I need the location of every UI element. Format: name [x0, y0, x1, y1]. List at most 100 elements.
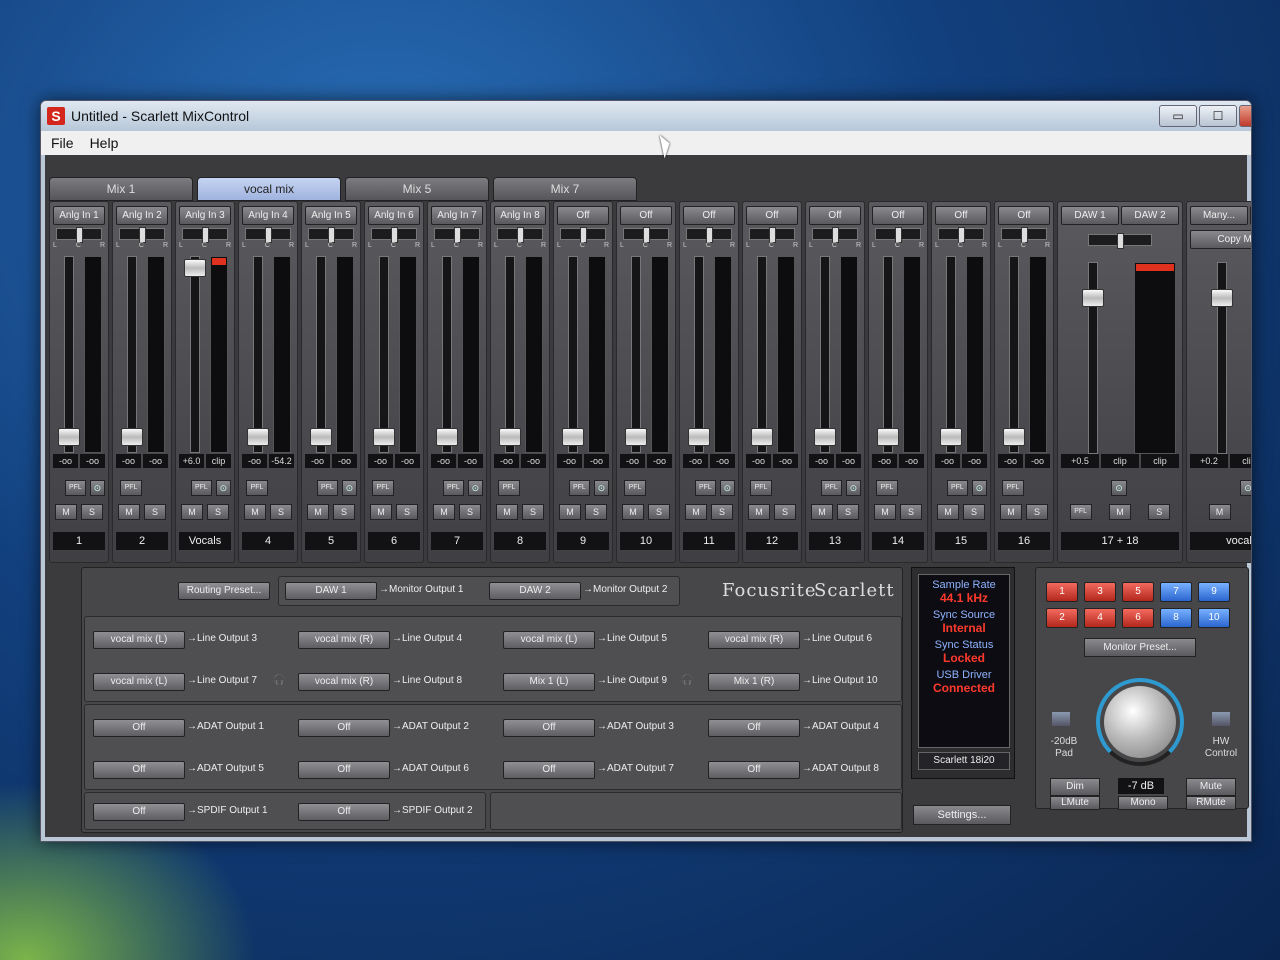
- pan-control[interactable]: [1001, 227, 1047, 243]
- tab-2[interactable]: vocal mix: [197, 177, 341, 201]
- stereo-link-button[interactable]: ⊙: [1240, 480, 1251, 496]
- solo-button[interactable]: S: [207, 504, 229, 520]
- minimize-button[interactable]: ▭: [1159, 105, 1197, 127]
- pfl-button[interactable]: PFL: [372, 480, 394, 496]
- solo-button[interactable]: S: [270, 504, 292, 520]
- mute-button[interactable]: M: [118, 504, 140, 520]
- stereo-link-button[interactable]: ⊙: [845, 480, 861, 496]
- line-source-4[interactable]: vocal mix (R): [708, 631, 800, 649]
- channel-source-select[interactable]: Off: [998, 206, 1050, 225]
- line-source-3[interactable]: vocal mix (L): [503, 631, 595, 649]
- settings-button[interactable]: Settings...: [913, 805, 1011, 825]
- pan-knob[interactable]: [706, 227, 713, 243]
- channel-source-select[interactable]: Off: [557, 206, 609, 225]
- channel-source-select[interactable]: Anlg In 5: [305, 206, 357, 225]
- channel-fader[interactable]: [310, 428, 332, 447]
- monitor-preset-10[interactable]: 10: [1198, 608, 1230, 628]
- channel-source-select[interactable]: Anlg In 7: [431, 206, 483, 225]
- monitor-preset-5[interactable]: 5: [1122, 582, 1154, 602]
- pan-knob[interactable]: [517, 227, 524, 243]
- pfl-button[interactable]: PFL: [120, 480, 142, 496]
- channel-source-select[interactable]: Anlg In 4: [242, 206, 294, 225]
- pfl-button[interactable]: PFL: [821, 480, 842, 496]
- solo-button[interactable]: S: [900, 504, 922, 520]
- pan-control[interactable]: [686, 227, 732, 243]
- pfl-button[interactable]: PFL: [191, 480, 212, 496]
- mute-button[interactable]: M: [1208, 504, 1231, 520]
- solo-button[interactable]: S: [333, 504, 355, 520]
- pan-knob[interactable]: [580, 227, 587, 243]
- daw-source-right[interactable]: DAW 2: [1121, 206, 1179, 225]
- pan-knob[interactable]: [202, 227, 209, 243]
- copy-mix-to-button[interactable]: Copy Mix To...: [1190, 230, 1251, 249]
- monitor-preset-button[interactable]: Monitor Preset...: [1084, 638, 1196, 657]
- master-source-right[interactable]: Many...: [1250, 206, 1251, 225]
- channel-fader[interactable]: [184, 258, 206, 277]
- pfl-button[interactable]: PFL: [947, 480, 968, 496]
- solo-button[interactable]: S: [522, 504, 544, 520]
- solo-button[interactable]: S: [1148, 504, 1171, 520]
- stereo-link-button[interactable]: ⊙: [1111, 480, 1127, 496]
- line-source-1[interactable]: vocal mix (L): [93, 631, 185, 649]
- pfl-button[interactable]: PFL: [317, 480, 338, 496]
- pan-control[interactable]: [371, 227, 417, 243]
- pan-knob[interactable]: [643, 227, 650, 243]
- monitor-volume-knob[interactable]: [1104, 686, 1176, 758]
- hw-control-indicator[interactable]: [1212, 712, 1230, 726]
- channel-fader[interactable]: [121, 428, 143, 447]
- solo-button[interactable]: S: [711, 504, 733, 520]
- channel-fader[interactable]: [814, 428, 836, 447]
- channel-source-select[interactable]: Anlg In 1: [53, 206, 105, 225]
- adat-source-5[interactable]: Off: [93, 761, 185, 779]
- line-source-7[interactable]: Mix 1 (L): [503, 673, 595, 691]
- pan-knob[interactable]: [139, 227, 146, 243]
- monitor-preset-8[interactable]: 8: [1160, 608, 1192, 628]
- monitor-preset-9[interactable]: 9: [1198, 582, 1230, 602]
- monitor-output-1-source[interactable]: DAW 1: [285, 582, 377, 600]
- monitor-output-2-source[interactable]: DAW 2: [489, 582, 581, 600]
- mute-button[interactable]: M: [307, 504, 329, 520]
- menu-help[interactable]: Help: [90, 135, 119, 151]
- pfl-button[interactable]: PFL: [750, 480, 772, 496]
- line-source-2[interactable]: vocal mix (R): [298, 631, 390, 649]
- pan-knob[interactable]: [1021, 227, 1028, 243]
- tab-3[interactable]: Mix 5: [345, 177, 489, 201]
- pan-control[interactable]: [56, 227, 102, 243]
- channel-source-select[interactable]: Anlg In 8: [494, 206, 546, 225]
- mute-button[interactable]: M: [433, 504, 455, 520]
- dim-button[interactable]: Dim: [1050, 778, 1100, 796]
- pfl-button[interactable]: PFL: [624, 480, 646, 496]
- pan-knob[interactable]: [328, 227, 335, 243]
- stereo-link-button[interactable]: ⊙: [719, 480, 735, 496]
- tab-4[interactable]: Mix 7: [493, 177, 637, 201]
- rmute-button[interactable]: RMute: [1186, 796, 1236, 810]
- mute-button[interactable]: M: [55, 504, 77, 520]
- pan-knob[interactable]: [265, 227, 272, 243]
- stereo-link-button[interactable]: ⊙: [341, 480, 357, 496]
- channel-source-select[interactable]: Off: [935, 206, 987, 225]
- lmute-button[interactable]: LMute: [1050, 796, 1100, 810]
- channel-source-select[interactable]: Anlg In 2: [116, 206, 168, 225]
- adat-source-2[interactable]: Off: [298, 719, 390, 737]
- sample-rate-value[interactable]: 44.1 kHz: [919, 591, 1009, 605]
- channel-fader[interactable]: [940, 428, 962, 447]
- tab-1[interactable]: Mix 1: [49, 177, 193, 201]
- mute-button[interactable]: Mute: [1186, 778, 1236, 796]
- channel-fader[interactable]: [562, 428, 584, 447]
- channel-fader[interactable]: [688, 428, 710, 447]
- adat-source-3[interactable]: Off: [503, 719, 595, 737]
- monitor-preset-6[interactable]: 6: [1122, 608, 1154, 628]
- channel-fader[interactable]: [877, 428, 899, 447]
- solo-button[interactable]: S: [144, 504, 166, 520]
- pan-control[interactable]: [938, 227, 984, 243]
- pan-knob[interactable]: [895, 227, 902, 243]
- pan-control[interactable]: [812, 227, 858, 243]
- channel-fader[interactable]: [751, 428, 773, 447]
- pan-control[interactable]: [1088, 233, 1152, 249]
- solo-button[interactable]: S: [837, 504, 859, 520]
- pfl-button[interactable]: PFL: [695, 480, 716, 496]
- pfl-button[interactable]: PFL: [246, 480, 268, 496]
- pan-control[interactable]: [434, 227, 480, 243]
- stereo-link-button[interactable]: ⊙: [467, 480, 483, 496]
- adat-source-6[interactable]: Off: [298, 761, 390, 779]
